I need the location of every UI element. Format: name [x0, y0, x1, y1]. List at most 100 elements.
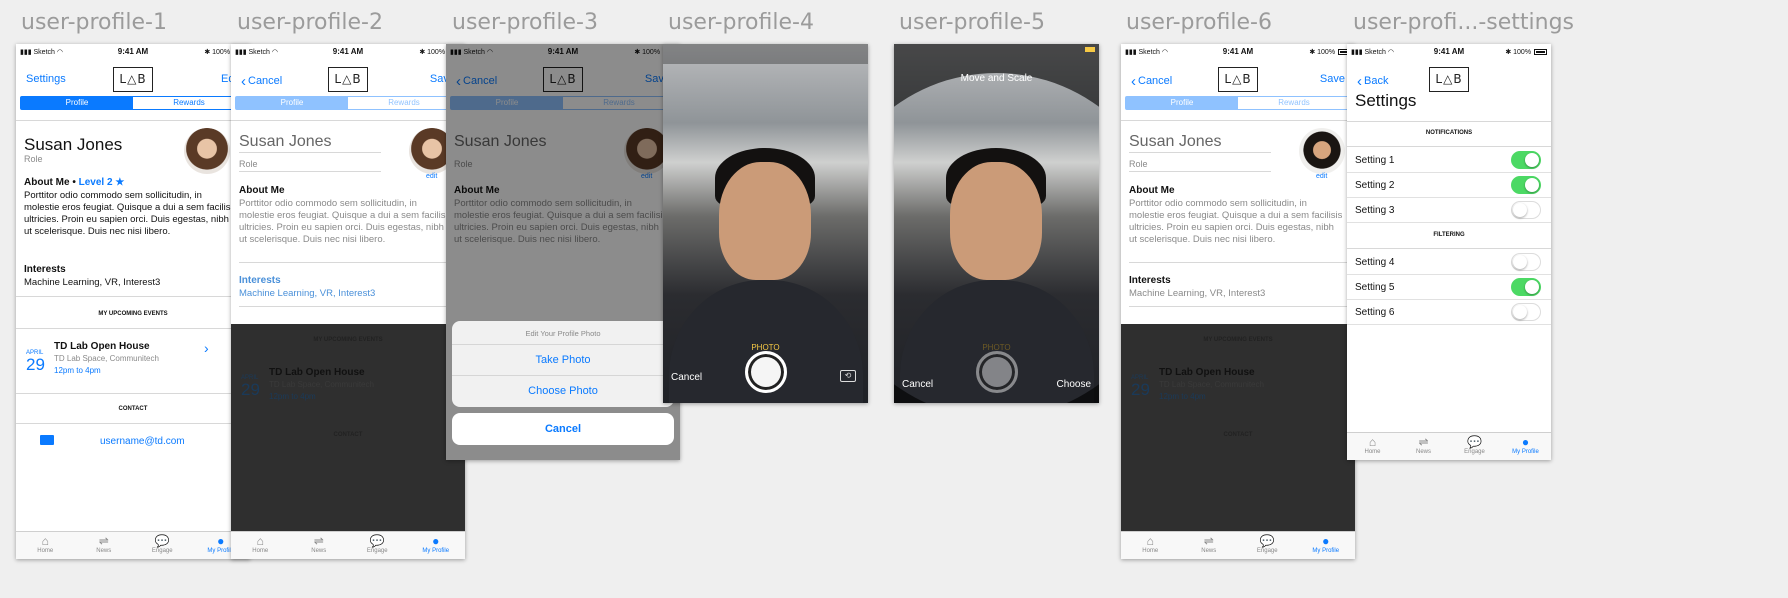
- about-me-label: About Me: [239, 185, 285, 196]
- name-field[interactable]: Susan Jones: [239, 133, 332, 151]
- nav-bar: Settings L△B Edit: [16, 60, 250, 96]
- sheet-cancel-button[interactable]: Cancel: [452, 413, 674, 445]
- notifications-header: NOTIFICATIONS: [1425, 130, 1473, 136]
- dimmed-area: [231, 324, 465, 531]
- edit-photo-link[interactable]: edit: [1316, 173, 1327, 180]
- avatar[interactable]: [1299, 128, 1345, 174]
- tab-engage[interactable]: 💬 Engage: [133, 532, 192, 559]
- edit-photo-link[interactable]: edit: [426, 173, 437, 180]
- contact-email[interactable]: username@td.com: [100, 436, 185, 447]
- tab-home[interactable]: ⌂ Home: [1347, 433, 1398, 460]
- name-field[interactable]: Susan Jones: [1129, 133, 1222, 151]
- setting-label: Setting 1: [1355, 155, 1395, 166]
- event-day: 29: [1131, 380, 1150, 399]
- status-bar: ▮▮▮ Sketch ◠ 9:41 AM ✱ 100%: [231, 44, 465, 60]
- signpost-icon: ⇌: [313, 534, 324, 548]
- tab-engage[interactable]: 💬 Engage: [1449, 433, 1500, 460]
- chat-icon: 💬: [1467, 435, 1482, 449]
- move-and-scale-title: Move and Scale: [960, 73, 1033, 84]
- setting-1-toggle[interactable]: [1511, 151, 1541, 169]
- event-title[interactable]: TD Lab Open House: [54, 341, 150, 352]
- back-button[interactable]: ‹ Back: [1357, 73, 1388, 90]
- setting-row-1: Setting 1: [1347, 147, 1551, 173]
- flip-camera-icon[interactable]: ⟲: [840, 370, 856, 382]
- artboard-title: user-profile-3: [452, 10, 598, 35]
- tab-news[interactable]: ⇌ News: [1398, 433, 1449, 460]
- tab-news[interactable]: ⇌ News: [75, 532, 134, 559]
- lab-logo: L△B: [1218, 67, 1258, 92]
- interests-field[interactable]: Machine Learning, VR, Interest3: [1129, 288, 1265, 299]
- segmented-control: Profile Rewards: [20, 96, 246, 110]
- status-bar: ▮▮▮ Sketch ◠ 9:41 AM ✱ 100%: [1121, 44, 1355, 60]
- setting-2-toggle[interactable]: [1511, 176, 1541, 194]
- signpost-icon: ⇌: [1203, 534, 1214, 548]
- setting-row-3: Setting 3: [1347, 197, 1551, 223]
- interests-field[interactable]: Machine Learning, VR, Interest3: [239, 288, 375, 299]
- tab-rewards[interactable]: Rewards: [1238, 97, 1350, 109]
- setting-4-toggle[interactable]: [1511, 253, 1541, 271]
- tab-home[interactable]: ⌂ Home: [231, 532, 290, 559]
- about-me-label: About Me: [1129, 185, 1175, 196]
- person-icon: ●: [1322, 534, 1330, 548]
- phone-user-profile-3: ▮▮▮ Sketch ◠ 9:41 AM ✱ 100% ‹ Cancel L△B Sa…: [446, 44, 680, 460]
- event-title[interactable]: TD Lab Open House: [269, 367, 365, 378]
- artboard-title: user-profile-4: [668, 10, 814, 35]
- segmented-control: Profile Rewards: [1125, 96, 1351, 110]
- phone-user-profile-5: Move and Scale PHOTO Cancel Choose: [894, 44, 1099, 403]
- chevron-left-icon: ‹: [241, 73, 246, 90]
- mail-icon: [40, 435, 54, 445]
- cancel-button[interactable]: ‹ Cancel: [1131, 73, 1172, 90]
- tab-my-profile[interactable]: ● My Profile: [1500, 433, 1551, 460]
- bio-text: Porttitor odio commodo sem sollicitudin,…: [24, 190, 238, 237]
- setting-6-toggle[interactable]: [1511, 303, 1541, 321]
- setting-5-toggle[interactable]: [1511, 278, 1541, 296]
- camera-cancel-button[interactable]: Cancel: [671, 372, 702, 383]
- tab-rewards[interactable]: Rewards: [133, 97, 245, 109]
- choose-photo-button[interactable]: Choose Photo: [452, 376, 674, 407]
- setting-3-toggle[interactable]: [1511, 201, 1541, 219]
- event-location: TD Lab Space, Communitech: [54, 354, 159, 363]
- chevron-left-icon: ‹: [1357, 73, 1362, 90]
- cancel-button[interactable]: ‹ Cancel: [241, 73, 282, 90]
- role-field[interactable]: Role: [239, 159, 258, 169]
- home-icon: ⌂: [256, 534, 264, 548]
- settings-button[interactable]: Settings: [26, 73, 66, 85]
- dimmed-area: [1121, 324, 1355, 531]
- person-icon: ●: [432, 534, 440, 548]
- phone-user-profile-4: PHOTO Cancel ⟲: [663, 44, 868, 403]
- chat-icon: 💬: [369, 534, 385, 548]
- phone-settings: ▮▮▮ Sketch ◠ 9:41 AM ✱ 100% ‹ Back L△B Sett…: [1347, 44, 1551, 460]
- chevron-right-icon[interactable]: ›: [204, 340, 209, 356]
- tab-news[interactable]: ⇌ News: [1180, 532, 1239, 559]
- lab-logo: L△B: [1429, 67, 1469, 92]
- tab-engage[interactable]: 💬 Engage: [1238, 532, 1297, 559]
- tab-profile[interactable]: Profile: [236, 97, 348, 109]
- tab-bar: ⌂ Home ⇌ News 💬 Engage ● My Profile: [1347, 432, 1551, 460]
- tab-my-profile[interactable]: ● My Profile: [1297, 532, 1356, 559]
- tab-my-profile[interactable]: ● My Profile: [407, 532, 466, 559]
- bio-field[interactable]: Porttitor odio commodo sem sollicitudin,…: [239, 198, 453, 246]
- events-header: MY UPCOMING EVENTS: [313, 337, 383, 343]
- bio-field[interactable]: Porttitor odio commodo sem sollicitudin,…: [1129, 198, 1343, 246]
- tab-profile[interactable]: Profile: [1126, 97, 1238, 109]
- take-photo-button[interactable]: Take Photo: [452, 345, 674, 376]
- tab-news[interactable]: ⇌ News: [290, 532, 349, 559]
- role-field[interactable]: Role: [1129, 159, 1148, 169]
- shutter-button[interactable]: [744, 351, 787, 393]
- status-bar: ▮▮▮ Sketch ◠ 9:41 AM ✱ 100%: [16, 44, 250, 60]
- choose-button[interactable]: Choose: [1057, 379, 1091, 390]
- avatar[interactable]: [184, 128, 230, 174]
- setting-row-4: Setting 4: [1347, 249, 1551, 275]
- tab-home[interactable]: ⌂ Home: [16, 532, 75, 559]
- save-button[interactable]: Save: [1320, 73, 1345, 85]
- contact-header: CONTACT: [1223, 432, 1253, 438]
- cancel-button[interactable]: Cancel: [902, 379, 933, 390]
- interests-label: Interests: [239, 275, 281, 286]
- tab-engage[interactable]: 💬 Engage: [348, 532, 407, 559]
- event-title[interactable]: TD Lab Open House: [1159, 367, 1255, 378]
- home-icon: ⌂: [41, 534, 49, 548]
- tab-home[interactable]: ⌂ Home: [1121, 532, 1180, 559]
- tab-profile[interactable]: Profile: [21, 97, 133, 109]
- tab-rewards[interactable]: Rewards: [348, 97, 460, 109]
- artboard-title: user-profile-1: [21, 10, 167, 35]
